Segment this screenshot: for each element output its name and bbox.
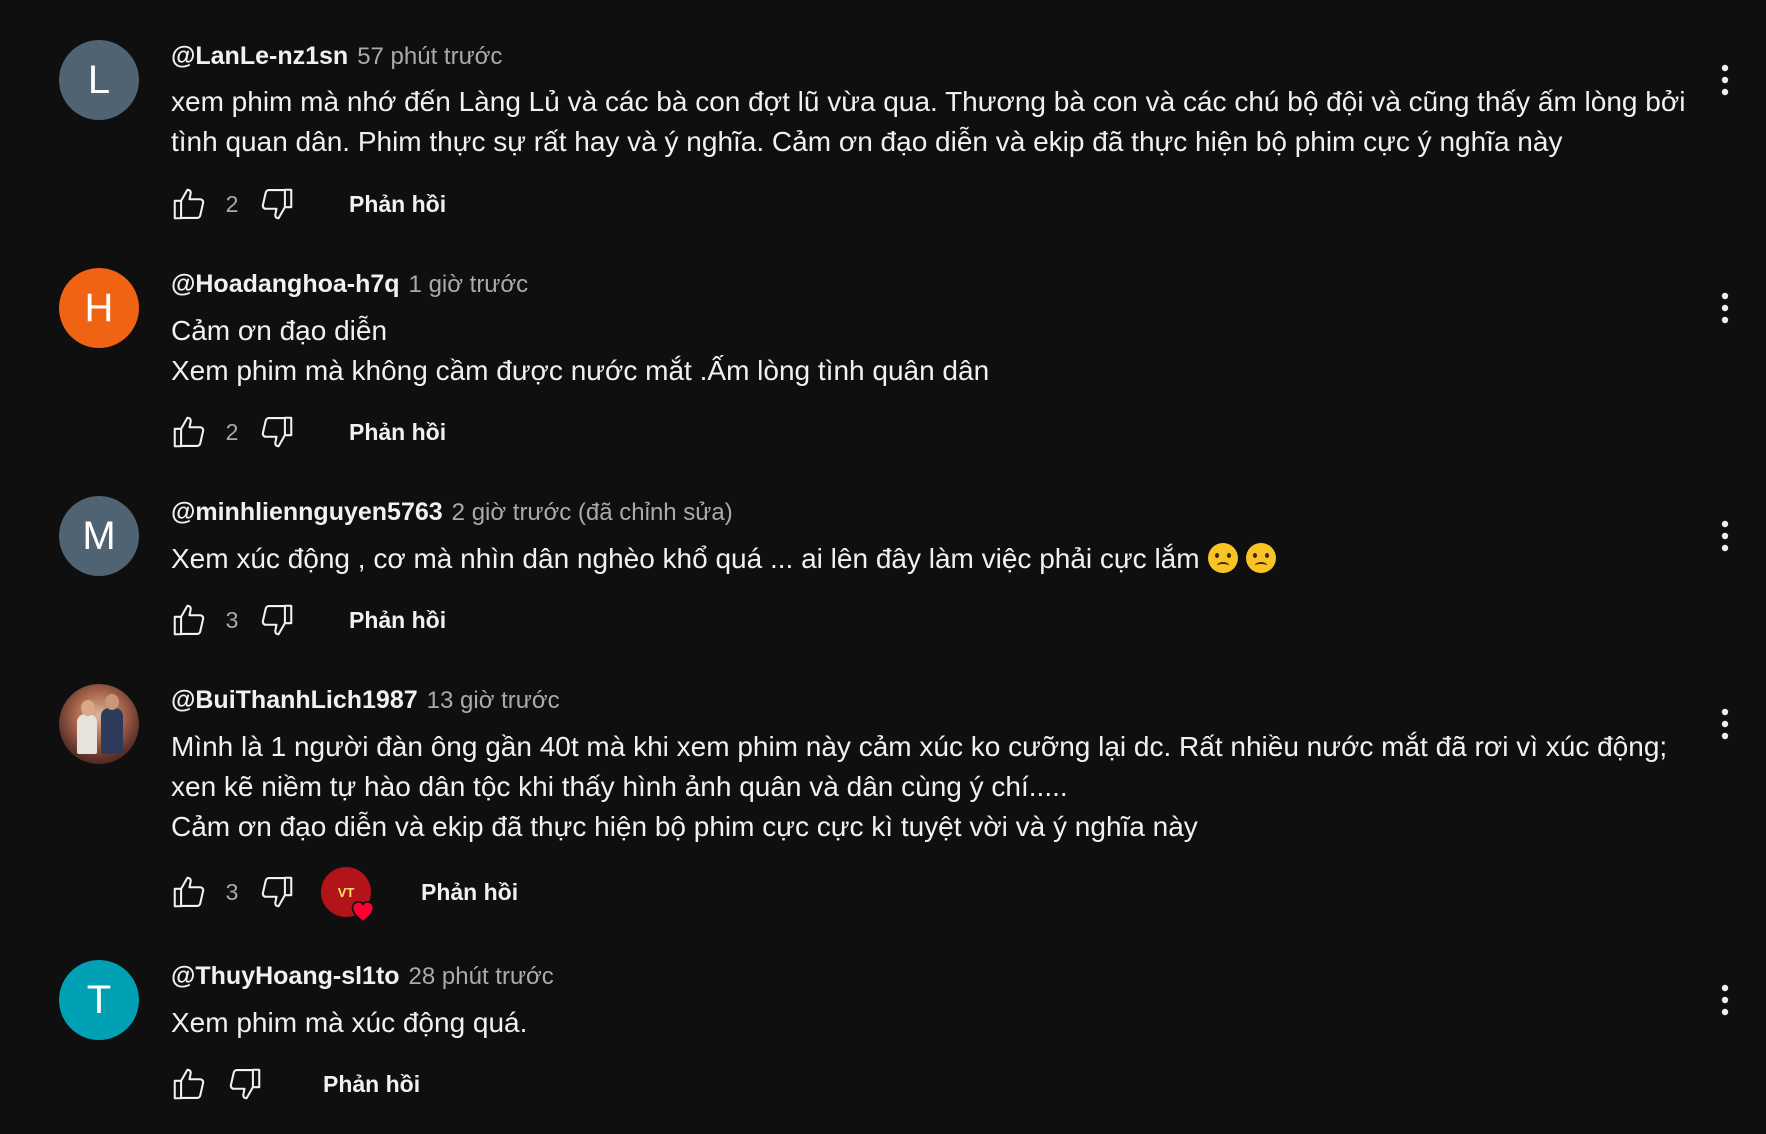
reply-button[interactable]: Phản hồi bbox=[349, 191, 446, 218]
avatar-photo-figure bbox=[101, 708, 123, 754]
avatar-letter: T bbox=[86, 977, 112, 1022]
comment-header: @Hoadanghoa-h7q 1 giờ trước bbox=[171, 270, 528, 299]
thumbs-down-icon bbox=[261, 416, 293, 448]
comment-text-line: xem phim mà nhớ đến Làng Lủ và các bà co… bbox=[171, 86, 1686, 117]
comment-actions: 3 VT Phản hồi bbox=[167, 867, 518, 923]
more-vert-icon bbox=[1721, 984, 1729, 1016]
avatar[interactable] bbox=[59, 684, 139, 764]
thumbs-down-icon bbox=[261, 876, 293, 908]
dislike-button[interactable] bbox=[255, 870, 299, 914]
dislike-button[interactable] bbox=[255, 598, 299, 642]
comment-text-line: Xem phim mà không cầm được nước mắt .Ấm … bbox=[171, 355, 990, 386]
reply-button[interactable]: Phản hồi bbox=[349, 419, 446, 446]
author-name[interactable]: @BuiThanhLich1987 bbox=[171, 686, 418, 715]
comment-text: Xem xúc động , cơ mà nhìn dân nghèo khổ … bbox=[171, 539, 1671, 579]
comment-text: Mình là 1 người đàn ông gần 40t mà khi x… bbox=[171, 727, 1671, 847]
comment-text-line: tình quan dân. Phim thực sự rất hay và ý… bbox=[171, 126, 1563, 157]
avatar-letter: M bbox=[82, 513, 116, 558]
author-name[interactable]: @ThuyHoang-sl1to bbox=[171, 962, 400, 991]
comment-header: @ThuyHoang-sl1to 28 phút trước bbox=[171, 962, 554, 991]
comment-text-line: Cảm ơn đạo diễn và ekip đã thực hiện bộ … bbox=[171, 811, 1198, 842]
creator-heart-icon bbox=[351, 900, 375, 923]
comment-actions: 2 Phản hồi bbox=[167, 410, 446, 454]
thumbs-up-icon bbox=[173, 416, 205, 448]
comment-menu-button[interactable] bbox=[1705, 288, 1745, 328]
like-button[interactable] bbox=[167, 1062, 211, 1106]
more-vert-icon bbox=[1721, 292, 1729, 324]
comment-text-line: Mình là 1 người đàn ông gần 40t mà khi x… bbox=[171, 731, 1668, 762]
comment-header: @minhliennguyen5763 2 giờ trước (đã chỉn… bbox=[171, 498, 733, 527]
comment-text: Xem phim mà xúc động quá. bbox=[171, 1003, 1671, 1043]
thumbs-up-icon bbox=[173, 188, 205, 220]
comment-actions: Phản hồi bbox=[167, 1062, 420, 1106]
author-name[interactable]: @Hoadanghoa-h7q bbox=[171, 270, 400, 299]
like-count: 2 bbox=[225, 190, 239, 217]
avatar-photo-figure bbox=[81, 700, 95, 716]
comment-actions: 2 Phản hồi bbox=[167, 182, 446, 226]
like-count: 3 bbox=[225, 606, 239, 633]
crying-face-icon bbox=[1207, 543, 1238, 573]
avatar-letter: H bbox=[84, 285, 114, 330]
like-count: 3 bbox=[225, 878, 239, 905]
reply-button[interactable]: Phản hồi bbox=[421, 879, 518, 906]
comment-actions: 3 Phản hồi bbox=[167, 598, 446, 642]
like-count: 2 bbox=[225, 418, 239, 445]
comment-menu-button[interactable] bbox=[1705, 980, 1745, 1020]
crying-face-icon bbox=[1245, 543, 1276, 573]
reply-button[interactable]: Phản hồi bbox=[323, 1071, 420, 1098]
comment-timestamp[interactable]: 2 giờ trước (đã chỉnh sửa) bbox=[452, 499, 733, 527]
like-button[interactable] bbox=[167, 182, 211, 226]
thumbs-down-icon bbox=[229, 1068, 261, 1100]
creator-heart-badge: VT bbox=[321, 867, 375, 923]
dislike-button[interactable] bbox=[255, 410, 299, 454]
comment-menu-button[interactable] bbox=[1705, 60, 1745, 100]
comment-text: xem phim mà nhớ đến Làng Lủ và các bà co… bbox=[171, 82, 1686, 162]
avatar-letter: L bbox=[87, 57, 111, 102]
comment-text-line: Cảm ơn đạo diễn bbox=[171, 315, 388, 346]
like-button[interactable] bbox=[167, 598, 211, 642]
comment-header: @LanLe-nz1sn 57 phút trước bbox=[171, 42, 502, 71]
comment-timestamp[interactable]: 57 phút trước bbox=[357, 43, 502, 71]
comment-text-content: Xem xúc động , cơ mà nhìn dân nghèo khổ … bbox=[171, 543, 1200, 574]
author-name[interactable]: @minhliennguyen5763 bbox=[171, 498, 443, 527]
comment-timestamp[interactable]: 13 giờ trước bbox=[427, 687, 560, 715]
author-name[interactable]: @LanLe-nz1sn bbox=[171, 42, 348, 71]
comment-timestamp[interactable]: 1 giờ trước bbox=[409, 271, 529, 299]
thumbs-up-icon bbox=[173, 876, 205, 908]
reply-button[interactable]: Phản hồi bbox=[349, 607, 446, 634]
comment-text-line: xen kẽ niềm tự hào dân tộc khi thấy hình… bbox=[171, 771, 1068, 802]
avatar[interactable]: T bbox=[59, 960, 139, 1040]
avatar[interactable]: L bbox=[59, 40, 139, 120]
more-vert-icon bbox=[1721, 64, 1729, 96]
comment-text-line: Xem phim mà xúc động quá. bbox=[171, 1007, 528, 1038]
like-button[interactable] bbox=[167, 870, 211, 914]
avatar[interactable]: H bbox=[59, 268, 139, 348]
dislike-button[interactable] bbox=[223, 1062, 267, 1106]
comment-text: Cảm ơn đạo diễn Xem phim mà không cầm đư… bbox=[171, 311, 1671, 391]
comment-menu-button[interactable] bbox=[1705, 516, 1745, 556]
avatar-photo-figure bbox=[77, 714, 97, 754]
thumbs-down-icon bbox=[261, 604, 293, 636]
more-vert-icon bbox=[1721, 520, 1729, 552]
like-button[interactable] bbox=[167, 410, 211, 454]
comment-text-line: Xem xúc động , cơ mà nhìn dân nghèo khổ … bbox=[171, 539, 1671, 579]
avatar-photo-figure bbox=[105, 694, 119, 710]
thumbs-down-icon bbox=[261, 188, 293, 220]
thumbs-up-icon bbox=[173, 1068, 205, 1100]
dislike-button[interactable] bbox=[255, 182, 299, 226]
comment-header: @BuiThanhLich1987 13 giờ trước bbox=[171, 686, 560, 715]
comment-timestamp[interactable]: 28 phút trước bbox=[409, 963, 554, 991]
avatar[interactable]: M bbox=[59, 496, 139, 576]
thumbs-up-icon bbox=[173, 604, 205, 636]
comment-menu-button[interactable] bbox=[1705, 704, 1745, 744]
more-vert-icon bbox=[1721, 708, 1729, 740]
